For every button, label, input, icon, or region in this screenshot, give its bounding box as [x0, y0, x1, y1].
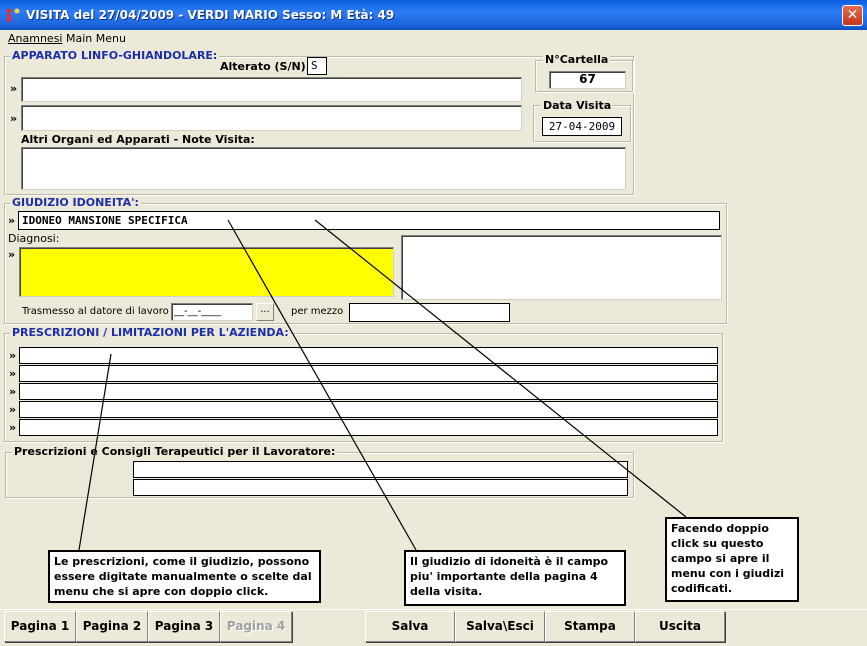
giudizio-input[interactable]: IDONEO MANSIONE SPECIFICA: [18, 211, 720, 230]
row-arrow-icon: »: [10, 82, 18, 95]
prescrizione-line-5[interactable]: [19, 419, 718, 436]
window-title: VISITA del 27/04/2009 - VERDI MARIO Sess…: [26, 8, 395, 22]
apparato-line-1[interactable]: [21, 77, 522, 102]
diagnosi-notes[interactable]: [401, 235, 722, 300]
app-people-icon: [6, 8, 20, 22]
close-button[interactable]: ✕: [842, 5, 863, 26]
alterato-label: Alterato (S/N):: [220, 60, 311, 73]
trasmesso-label: Trasmesso al datore di lavoro il: [22, 306, 178, 317]
stampa-button[interactable]: Stampa: [545, 611, 635, 642]
prescrizioni-title: PRESCRIZIONI / LIMITAZIONI PER L'AZIENDA…: [10, 326, 291, 339]
apparato-title: APPARATO LINFO-GHIANDOLARE:: [10, 49, 220, 62]
altri-organi-input[interactable]: [21, 147, 626, 190]
prescrizione-line-3[interactable]: [19, 383, 718, 400]
pagina-1-button[interactable]: Pagina 1: [4, 611, 76, 642]
row-arrow-icon: »: [8, 214, 16, 227]
cartella-label: N°Cartella: [543, 53, 611, 66]
salva-button[interactable]: Salva: [365, 611, 455, 642]
per-mezzo-label: per mezzo: [291, 306, 344, 317]
row-arrow-icon: »: [9, 349, 17, 362]
date-picker-button[interactable]: ...: [256, 303, 274, 321]
diagnosi-label: Diagnosi:: [8, 232, 60, 245]
per-mezzo-input[interactable]: [349, 303, 510, 322]
prescrizione-line-1[interactable]: [19, 347, 718, 364]
trasmesso-date-input[interactable]: __-__-____: [171, 303, 253, 321]
note-giudizio: Il giudizio di idoneità è il campo piu' …: [404, 550, 626, 606]
row-arrow-icon: »: [10, 112, 18, 125]
note-doppio-click: Facendo doppio click su questo campo si …: [665, 517, 799, 602]
menu-anamnesi[interactable]: Anamnesi: [8, 32, 62, 45]
pagina-2-button[interactable]: Pagina 2: [76, 611, 148, 642]
row-arrow-icon: »: [9, 385, 17, 398]
menu-bar: [0, 30, 867, 47]
giudizio-title: GIUDIZIO IDONEITA':: [10, 196, 141, 209]
menu-main-menu-label: Main Menu: [66, 32, 126, 45]
row-arrow-icon: »: [9, 421, 17, 434]
data-visita-label: Data Visita: [541, 99, 614, 112]
diagnosi-input[interactable]: [19, 247, 394, 297]
consigli-title: Prescrizioni e Consigli Terapeutici per …: [12, 445, 338, 458]
salva-esci-button[interactable]: Salva\Esci: [455, 611, 545, 642]
menu-main-menu[interactable]: Main Menu: [66, 32, 126, 45]
note-prescrizioni: Le prescrizioni, come il giudizio, posso…: [48, 550, 321, 603]
data-visita-input[interactable]: 27-04-2009: [542, 117, 622, 136]
pagina-4-button: Pagina 4: [220, 611, 292, 642]
menu-anamnesi-label: Anamnesi: [8, 32, 63, 45]
row-arrow-icon: »: [9, 367, 17, 380]
alterato-input[interactable]: S: [307, 57, 327, 75]
row-arrow-icon: »: [9, 403, 17, 416]
pagina-3-button[interactable]: Pagina 3: [148, 611, 220, 642]
cartella-value[interactable]: 67: [549, 71, 626, 89]
prescrizione-line-2[interactable]: [19, 365, 718, 382]
row-arrow-icon: »: [8, 248, 16, 261]
uscita-button[interactable]: Uscita: [635, 611, 725, 642]
altri-organi-label: Altri Organi ed Apparati - Note Visita:: [21, 133, 255, 146]
consiglio-line-2[interactable]: [133, 479, 628, 496]
apparato-line-2[interactable]: [21, 105, 522, 131]
prescrizione-line-4[interactable]: [19, 401, 718, 418]
consiglio-line-1[interactable]: [133, 461, 628, 478]
